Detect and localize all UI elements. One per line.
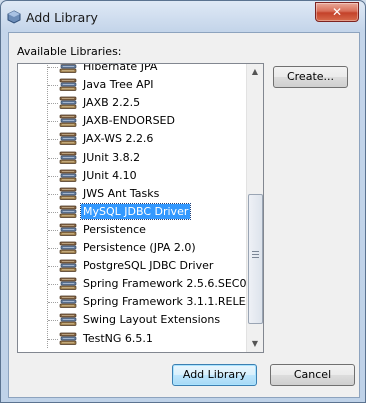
library-item-label: JAXB-ENDORSED	[83, 114, 175, 128]
library-item[interactable]: Persistence	[18, 221, 248, 239]
library-item-label: MySQL JDBC Driver	[79, 202, 192, 220]
tree-branch-line	[48, 338, 58, 340]
tree-branch-line	[48, 211, 58, 213]
library-list[interactable]: Hibernate JPA Java Tree API JAXB 2.2.5 JAXB…	[17, 63, 264, 353]
library-books-icon	[59, 114, 77, 128]
library-books-icon	[59, 205, 77, 219]
library-books-icon	[59, 277, 77, 291]
add-library-dialog: Add Library ✕ Available Libraries: Hiber…	[0, 0, 366, 403]
scroll-up-arrow-icon[interactable]: ▲	[247, 64, 263, 80]
library-books-icon	[59, 169, 77, 183]
tree-branch-line	[48, 67, 58, 68]
tree-branch-line	[48, 175, 58, 177]
library-item[interactable]: Persistence (JPA 2.0)	[18, 239, 248, 257]
tree-branch-line	[48, 248, 58, 249]
close-icon: ✕	[331, 5, 343, 19]
tree-branch-line	[48, 193, 58, 195]
tree-branch-line	[48, 320, 58, 322]
library-item[interactable]: Swing Layout Extensions	[18, 311, 248, 329]
library-books-icon	[59, 78, 77, 92]
library-books-icon	[59, 64, 77, 74]
library-books-icon	[59, 241, 77, 255]
grip-line	[252, 251, 259, 252]
tree-branch-line	[48, 302, 58, 304]
library-item[interactable]: JAXB 2.2.5	[18, 94, 248, 112]
tree-branch-line	[48, 85, 58, 87]
library-books-icon	[59, 259, 77, 273]
library-books-icon	[59, 96, 77, 110]
create-button[interactable]: Create...	[273, 66, 348, 88]
library-books-icon	[59, 332, 77, 346]
library-item-label: JUnit 4.10	[83, 168, 137, 182]
library-item[interactable]: MySQL JDBC Driver	[18, 202, 248, 221]
grip-line	[252, 254, 259, 255]
library-item[interactable]: JWS Ant Tasks	[18, 185, 248, 203]
cancel-button[interactable]: Cancel	[270, 364, 355, 386]
dialog-content: Available Libraries: Hibernate JPA Java T…	[8, 32, 360, 398]
library-books-icon	[59, 313, 77, 327]
library-item-label: Java Tree API	[83, 78, 154, 92]
title-bar[interactable]: Add Library ✕	[1, 1, 365, 32]
scroll-down-arrow-icon[interactable]: ▼	[247, 336, 263, 352]
library-item-label: PostgreSQL JDBC Driver	[83, 259, 214, 273]
library-item[interactable]: Spring Framework 3.1.1.RELEASE	[18, 293, 263, 311]
scroll-thumb[interactable]	[248, 194, 263, 324]
library-books-icon	[59, 295, 77, 309]
library-item[interactable]: JAX-WS 2.2.6	[18, 130, 248, 148]
library-item-label: TestNG 6.5.1	[83, 331, 153, 345]
window-title: Add Library	[26, 10, 98, 25]
tree-branch-line	[48, 284, 58, 286]
tree-branch-line	[48, 103, 58, 105]
grip-line	[252, 257, 259, 258]
close-button[interactable]: ✕	[315, 2, 359, 22]
library-item[interactable]: Hibernate JPA	[18, 63, 248, 76]
library-item-label: JAX-WS 2.2.6	[83, 132, 154, 146]
library-item[interactable]: JAXB-ENDORSED	[18, 112, 248, 130]
tree-branch-line	[48, 229, 58, 231]
library-books-icon	[59, 187, 77, 201]
tree-branch-line	[48, 266, 58, 268]
library-item-label: Persistence (JPA 2.0)	[83, 241, 196, 254]
add-library-button[interactable]: Add Library	[172, 364, 257, 386]
library-item[interactable]: JUnit 4.10	[18, 167, 248, 185]
vertical-scrollbar[interactable]: ▲ ▼	[246, 64, 263, 352]
library-item-label: Swing Layout Extensions	[83, 313, 221, 327]
library-item-label: JAXB 2.2.5	[83, 96, 141, 110]
library-item-label: Persistence	[83, 222, 146, 236]
library-item[interactable]: TestNG 6.5.1	[18, 330, 248, 348]
library-window-icon	[7, 10, 21, 24]
library-item-label: Spring Framework 2.5.6.SEC03	[83, 277, 254, 291]
library-books-icon	[59, 151, 77, 165]
library-item[interactable]: JUnit 3.8.2	[18, 149, 248, 167]
library-item-label: JUnit 3.8.2	[83, 150, 141, 164]
available-libraries-label: Available Libraries:	[17, 45, 122, 58]
tree-branch-line	[48, 139, 58, 141]
library-books-icon	[59, 132, 77, 146]
tree-branch-line	[48, 121, 58, 123]
library-item-label: Spring Framework 3.1.1.RELEASE	[83, 295, 264, 309]
library-item[interactable]: Java Tree API	[18, 76, 248, 94]
library-item[interactable]: Spring Framework 2.5.6.SEC03	[18, 275, 253, 293]
library-item[interactable]: PostgreSQL JDBC Driver	[18, 257, 248, 275]
library-books-icon	[59, 223, 77, 237]
library-item-label: JWS Ant Tasks	[83, 186, 160, 200]
tree-branch-line	[48, 157, 58, 159]
library-item-label: Hibernate JPA	[83, 63, 158, 73]
